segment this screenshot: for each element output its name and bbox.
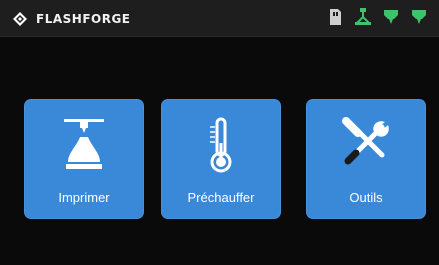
print-icon [64, 119, 104, 169]
extruder-icon [384, 10, 398, 24]
status-icons [325, 7, 429, 27]
extruder-icon [412, 10, 426, 24]
main-menu: Imprimer Préchauffer Outils [24, 99, 426, 221]
preheat-label: Préchauffer [187, 190, 255, 205]
brand-logo: FLASHFORGE [10, 9, 131, 29]
preheat-button[interactable]: Préchauffer [161, 99, 281, 219]
tools-button[interactable]: Outils [306, 99, 426, 219]
touchscreen: FLASHFORGE Imprimer Préchauffer Outils [0, 0, 439, 265]
network-icon [355, 8, 371, 25]
tools-icon [342, 117, 389, 165]
sd-card-icon [330, 9, 341, 25]
thermometer-icon [210, 117, 232, 173]
brand-name: FLASHFORGE [36, 12, 131, 26]
print-label: Imprimer [58, 190, 110, 205]
top-status-bar: FLASHFORGE [0, 0, 439, 37]
flashforge-logo-icon [13, 12, 27, 26]
tools-label: Outils [349, 190, 383, 205]
print-button[interactable]: Imprimer [24, 99, 144, 219]
